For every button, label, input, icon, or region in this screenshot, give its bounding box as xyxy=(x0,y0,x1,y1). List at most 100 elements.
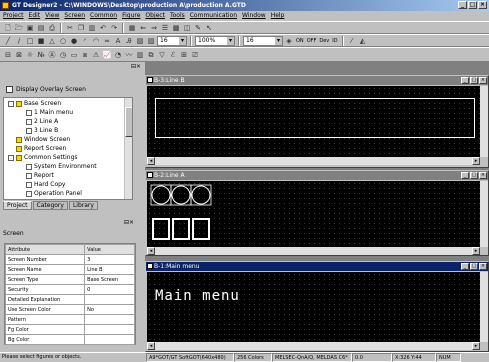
clock-icon[interactable]: ◷ xyxy=(58,50,68,60)
line-icon[interactable]: ╱ xyxy=(3,36,13,46)
menu-communication[interactable]: Communication xyxy=(190,11,237,21)
filled-circle-icon[interactable]: ● xyxy=(69,36,79,46)
tree-item[interactable]: Hard Copy xyxy=(26,181,66,189)
tree-item[interactable]: Report Screen xyxy=(16,145,66,153)
scroll-thumb[interactable] xyxy=(125,107,132,137)
minimize-button[interactable]: _ xyxy=(458,1,467,9)
window-minimize-button[interactable]: _ xyxy=(461,172,469,179)
text-style-icon[interactable]: Ꭿ xyxy=(124,36,134,46)
display-overlay-checkbox[interactable] xyxy=(6,86,13,93)
menu-tools[interactable]: Tools xyxy=(170,11,185,21)
menu-object[interactable]: Object xyxy=(145,11,165,21)
close-button[interactable]: × xyxy=(478,1,487,9)
graph-icon[interactable]: 📈 xyxy=(102,50,112,60)
menu-common[interactable]: Common xyxy=(90,11,117,21)
bar-graph-icon[interactable]: ▥ xyxy=(135,50,145,60)
lamp-icon[interactable]: ☼ xyxy=(25,50,35,60)
horizontal-scrollbar[interactable]: ◂ ▸ xyxy=(147,157,480,165)
window-line-a[interactable]: B-2:Line A _ □ × ◂ ▸ xyxy=(145,170,489,256)
vertical-scrollbar[interactable] xyxy=(480,272,488,342)
window-minimize-button[interactable]: _ xyxy=(461,263,469,270)
bitmap-icon[interactable]: ▧ xyxy=(146,36,156,46)
list-icon[interactable]: ☰ xyxy=(160,23,170,33)
scroll-right-icon[interactable]: ▸ xyxy=(472,157,480,165)
screen-canvas[interactable] xyxy=(147,86,480,157)
trend-icon[interactable]: 〰 xyxy=(124,50,134,60)
comment-icon[interactable]: ▭ xyxy=(69,50,79,60)
frame-rectangle[interactable] xyxy=(155,98,475,138)
property-pane-close-icon[interactable]: ⊟× xyxy=(124,219,134,226)
value-cell[interactable]: 0 xyxy=(84,284,135,295)
alarm-icon[interactable]: ⚠ xyxy=(91,50,101,60)
value-cell[interactable] xyxy=(84,324,135,335)
word-switch-icon[interactable]: ⊠ xyxy=(14,50,24,60)
tab-category[interactable]: Category xyxy=(32,201,68,210)
tree-item[interactable]: Common Settings xyxy=(8,154,78,162)
scale-icon[interactable]: ═ xyxy=(102,36,112,46)
horizontal-scrollbar[interactable]: ◂ ▸ xyxy=(147,247,480,255)
numeric-display-icon[interactable]: № xyxy=(36,50,46,60)
circle-icon[interactable]: ○ xyxy=(58,36,68,46)
collapse-icon[interactable] xyxy=(8,100,14,107)
window-close-button[interactable]: × xyxy=(479,77,487,84)
scroll-right-icon[interactable]: ▸ xyxy=(472,247,480,255)
table-row[interactable]: Screen Type Base Screen xyxy=(4,274,135,285)
level-icon[interactable]: ⧉ xyxy=(146,50,156,60)
layers-icon[interactable]: ◫ xyxy=(182,23,192,33)
parts-icon[interactable]: ⧈ xyxy=(80,50,90,60)
window-titlebar[interactable]: B-2:Line A _ □ × xyxy=(146,171,488,180)
value-cell[interactable] xyxy=(84,314,135,325)
back-icon[interactable]: ⇐ xyxy=(138,23,148,33)
tree-item[interactable]: Window Screen xyxy=(16,136,70,144)
screen-canvas[interactable] xyxy=(147,181,480,247)
table-row[interactable]: Bg Color xyxy=(4,334,135,345)
menu-help[interactable]: Help xyxy=(271,11,285,21)
maximize-button[interactable]: □ xyxy=(468,1,477,9)
window-main-menu[interactable]: B-1:Main menu _ □ × Main menu ◂ ▸ xyxy=(145,261,489,352)
print-icon[interactable]: ⎙ xyxy=(47,23,57,33)
pointer-icon[interactable]: ↖ xyxy=(204,23,214,33)
save-icon[interactable]: ▣ xyxy=(25,23,35,33)
menu-screen[interactable]: Screen xyxy=(64,11,85,21)
value-cell[interactable]: 3 xyxy=(84,254,135,265)
table-row[interactable]: Use Screen Color No xyxy=(4,304,135,315)
window-maximize-button[interactable]: □ xyxy=(470,77,478,84)
value-cell[interactable]: Base Screen xyxy=(84,274,135,285)
table-row[interactable]: Screen Name Line B xyxy=(4,264,135,275)
save-all-icon[interactable]: ▤ xyxy=(36,23,46,33)
id-label[interactable]: ID xyxy=(331,38,338,44)
new-icon[interactable]: 🗋 xyxy=(3,23,13,33)
open-icon[interactable]: 🗁 xyxy=(14,23,24,33)
window-minimize-button[interactable]: _ xyxy=(461,77,469,84)
menu-window[interactable]: Window xyxy=(242,11,266,21)
zoom-select[interactable]: 100% xyxy=(195,35,235,46)
window-titlebar[interactable]: B-1:Main menu _ □ × xyxy=(146,262,488,271)
pen-icon[interactable]: ✎ xyxy=(193,23,203,33)
main-menu-text[interactable]: Main menu xyxy=(155,288,240,304)
window-line-b[interactable]: B-3:Line B _ □ × ◂ ▸ xyxy=(145,75,489,168)
window-close-button[interactable]: × xyxy=(479,172,487,179)
value-cell[interactable] xyxy=(84,294,135,305)
scroll-left-icon[interactable]: ◂ xyxy=(147,157,155,165)
project-pane-close-icon[interactable]: ⊟× xyxy=(131,63,141,70)
line-size-select[interactable]: 16 xyxy=(243,35,283,46)
line-color-icon[interactable]: ⁄ xyxy=(347,36,357,46)
print-setup-icon[interactable]: ⎚ xyxy=(190,50,200,60)
horizontal-scrollbar[interactable]: ◂ ▸ xyxy=(147,342,480,350)
value-cell[interactable]: Line B xyxy=(84,264,135,275)
window-close-button[interactable]: × xyxy=(479,263,487,270)
trigger-icon[interactable]: ▽ xyxy=(157,50,167,60)
bit-switch-icon[interactable]: ⊟ xyxy=(3,50,13,60)
undo-icon[interactable]: ↶ xyxy=(98,23,108,33)
off-label[interactable]: OFF xyxy=(306,38,318,44)
on-label[interactable]: ON xyxy=(295,38,305,44)
scroll-right-icon[interactable]: ▸ xyxy=(472,342,480,350)
font-size-select[interactable]: 16 xyxy=(157,35,187,46)
sector-icon[interactable]: ◠ xyxy=(91,36,101,46)
tree-scrollbar[interactable] xyxy=(124,98,132,199)
tree-item[interactable]: Operation Panel xyxy=(26,190,82,198)
tree-item[interactable]: 1 Main menu xyxy=(26,109,73,117)
dev-label[interactable]: Dev xyxy=(318,38,330,44)
display-overlay-row[interactable]: Display Overlay Screen xyxy=(6,86,86,93)
tree-item[interactable]: 3 Line B xyxy=(26,127,58,135)
